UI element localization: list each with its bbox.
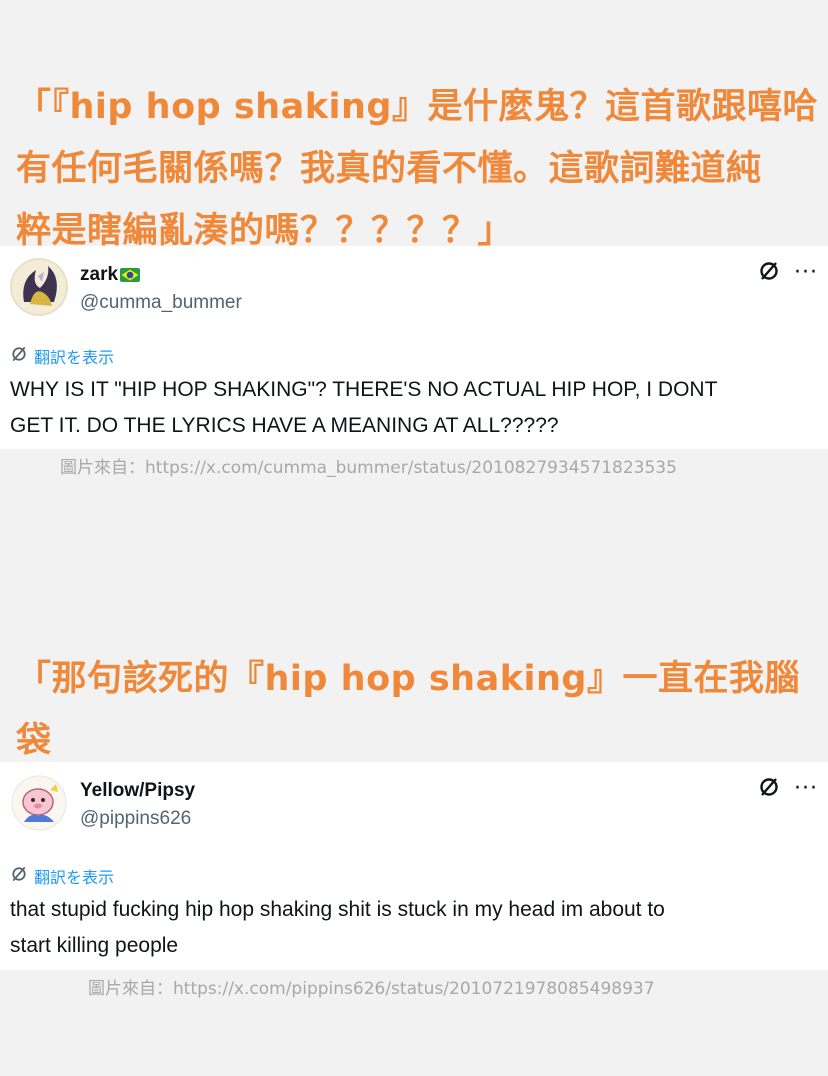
tweet-text: WHY IS IT "HIP HOP SHAKING"? THERE'S NO … bbox=[10, 378, 718, 437]
user-handle[interactable]: @pippins626 bbox=[80, 808, 191, 830]
image-source-caption: 圖片來自：https://x.com/pippins626/status/201… bbox=[88, 979, 655, 999]
translate-icon[interactable] bbox=[758, 776, 780, 802]
translate-link[interactable]: 翻訳を表示 bbox=[10, 864, 114, 888]
more-options-icon[interactable]: ··· bbox=[794, 262, 818, 284]
display-name[interactable]: Yellow/Pipsy bbox=[80, 780, 195, 802]
display-name[interactable]: zark bbox=[80, 264, 141, 288]
translate-icon bbox=[10, 865, 28, 887]
tweet-card-2[interactable]: Yellow/Pipsy @pippins626 ··· 翻訳を表示 that … bbox=[0, 762, 828, 970]
image-source-caption: 圖片來自：https://x.com/cumma_bummer/status/2… bbox=[60, 458, 677, 478]
translate-label: 翻訳を表示 bbox=[34, 868, 115, 887]
tweet-card-1[interactable]: zark @cumma_bummer ··· 翻訳を表示 WHY IS IT "… bbox=[0, 246, 828, 449]
user-handle[interactable]: @cumma_bummer bbox=[80, 292, 242, 314]
more-options-icon[interactable]: ··· bbox=[794, 778, 818, 800]
translate-link[interactable]: 翻訳を表示 bbox=[10, 344, 114, 368]
brazil-flag-icon bbox=[120, 266, 141, 288]
tweet-actions: ··· bbox=[758, 260, 818, 286]
tweet-actions: ··· bbox=[758, 776, 818, 802]
tweet-text: that stupid fucking hip hop shaking shit… bbox=[10, 898, 665, 957]
translate-label: 翻訳を表示 bbox=[34, 348, 115, 367]
translate-icon[interactable] bbox=[758, 260, 780, 286]
quote-caption-1: 「『hip hop shaking』是什麼鬼？這首歌跟嘻哈 有任何毛關係嗎？我真… bbox=[16, 87, 818, 251]
translate-icon bbox=[10, 345, 28, 367]
avatar[interactable] bbox=[10, 258, 68, 316]
avatar[interactable] bbox=[10, 774, 68, 832]
